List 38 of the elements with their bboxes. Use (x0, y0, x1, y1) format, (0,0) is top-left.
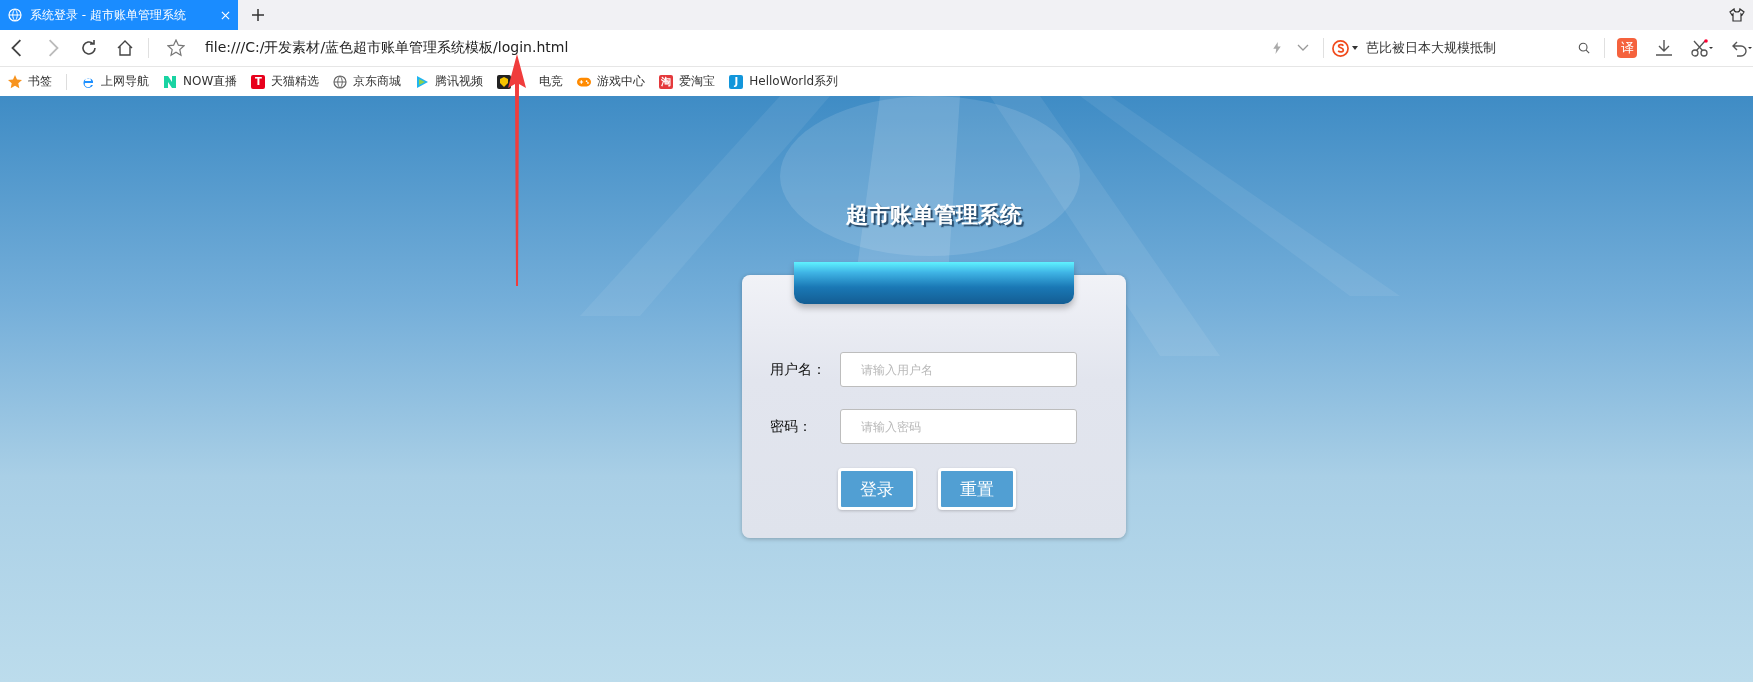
globe-icon (8, 8, 22, 22)
new-tab-icon[interactable] (252, 9, 264, 21)
caret-icon[interactable] (1352, 46, 1358, 50)
field-label: 用户名： (769, 360, 827, 379)
undo-icon[interactable] (1731, 39, 1753, 57)
search-engine-icon[interactable] (1332, 39, 1349, 57)
star-icon[interactable] (167, 39, 185, 57)
search-icon[interactable] (1578, 42, 1590, 54)
shirt-icon[interactable] (1729, 8, 1745, 22)
home-icon[interactable] (116, 39, 134, 57)
system-title: 超市账单管理系统 (845, 201, 1022, 229)
search-field[interactable]: 芭比被日本大规模抵制 (1332, 39, 1590, 57)
field-label: 密码： (769, 417, 813, 436)
input-field[interactable]: 请输入用户名 (839, 352, 1077, 387)
play-icon (415, 74, 430, 89)
address-field[interactable]: file:///C:/开发素材/蓝色超市账单管理系统模板/login.html (205, 39, 1257, 57)
star-icon (8, 74, 22, 89)
bookmark-item[interactable]: 游戏中心 (577, 73, 646, 90)
bookmark-item[interactable]: 腾讯视频 (415, 73, 484, 90)
close-icon[interactable] (221, 10, 230, 20)
bookmark-item[interactable]: 上网导航 (81, 73, 149, 90)
bookmark-item[interactable]: 书签 (8, 73, 52, 90)
bookmark-item[interactable]: NOW直播 (163, 73, 238, 90)
input-field[interactable]: 请输入密码 (839, 409, 1077, 444)
bookmark-item[interactable]: T 天猫精选 (251, 73, 320, 90)
bookmark-logo-icon: J (729, 74, 744, 89)
bookmark-item[interactable]: J HelloWorld系列 (729, 73, 839, 90)
bookmark-item[interactable]: 京东商城 (333, 73, 402, 90)
bookmark-item[interactable]: 淘 爱淘宝 (659, 73, 716, 90)
shield-icon (497, 74, 512, 89)
bookmark-logo-icon: 淘 (659, 74, 674, 89)
globe-icon (333, 74, 348, 89)
scissors-icon[interactable] (1691, 39, 1713, 57)
bookmark-logo-icon: T (251, 74, 266, 89)
bookmark-item[interactable]: 电竞 (497, 73, 564, 90)
download-icon[interactable] (1655, 39, 1673, 57)
reload-icon[interactable] (80, 39, 98, 57)
n-logo-icon (163, 74, 177, 89)
